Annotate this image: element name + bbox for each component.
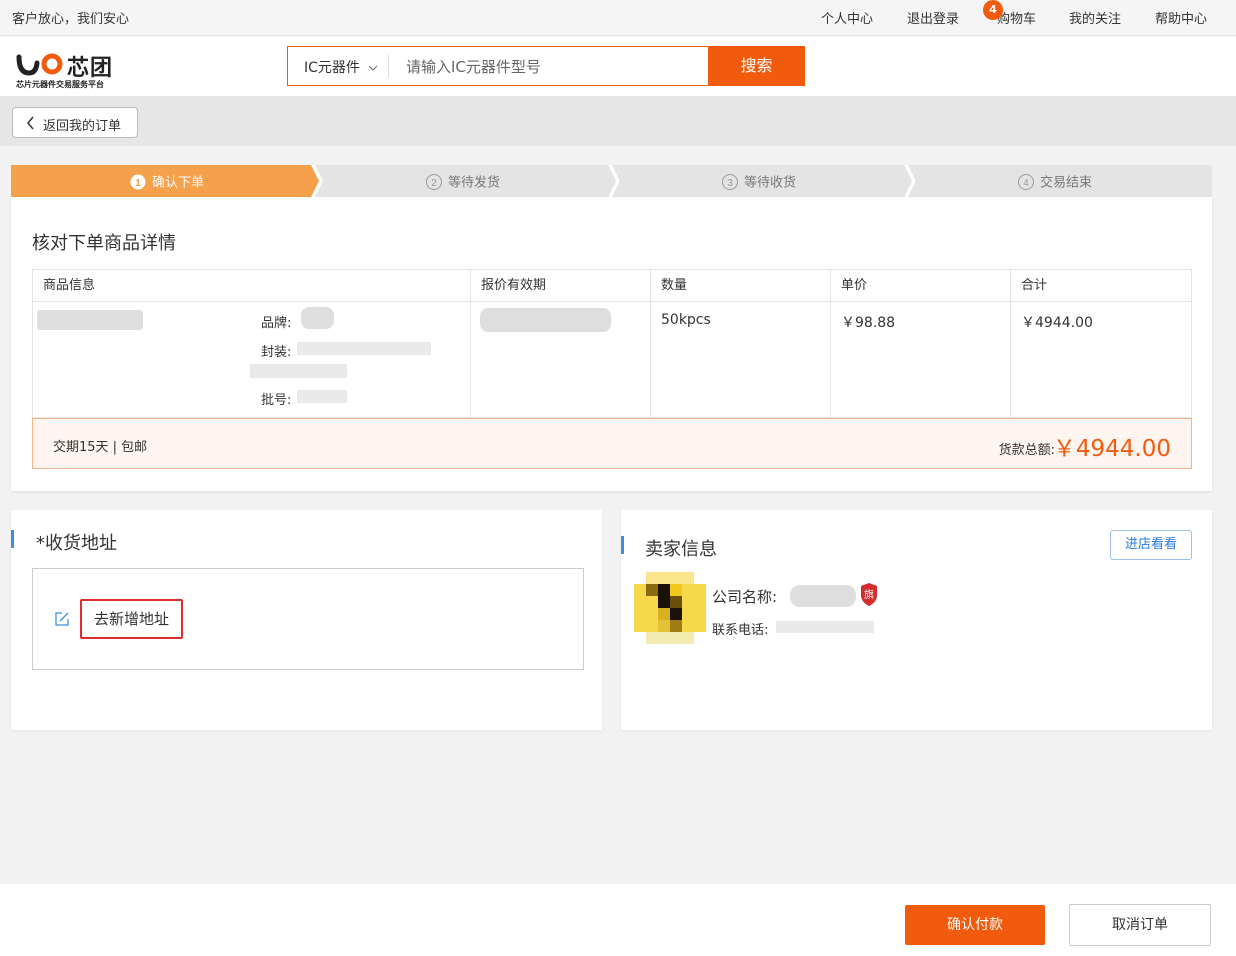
col-header-quantity: 数量: [661, 278, 688, 293]
batch-label: 批号:: [261, 393, 292, 408]
step-3-label: 等待收货: [744, 175, 796, 191]
item-quantity: 50kpcs: [661, 312, 711, 328]
address-section-title: *收货地址: [36, 533, 117, 554]
search-category-label: IC元器件: [304, 60, 360, 76]
redacted-package-cont: [250, 364, 347, 378]
slogan: 客户放心，我们安心: [12, 12, 130, 27]
flagship-badge-icon: 旗: [861, 583, 877, 606]
company-name-label: 公司名称:: [712, 588, 778, 606]
delivery-note: 交期15天 | 包邮: [53, 440, 148, 455]
col-header-subtotal: 合计: [1021, 278, 1048, 293]
step-2-number: 2: [431, 178, 437, 189]
logo[interactable]: 芯团 芯片元器件交易服务平台: [16, 51, 120, 91]
item-subtotal: ￥4944.00: [1021, 315, 1093, 331]
chevron-down-icon: [368, 65, 378, 71]
total-amount: ￥4944.00: [1052, 436, 1171, 462]
search-category-select[interactable]: IC元器件: [304, 57, 378, 77]
profile-link[interactable]: 个人中心: [821, 8, 873, 27]
seller-section-title: 卖家信息: [645, 539, 717, 560]
col-header-product: 商品信息: [43, 278, 96, 293]
step-4-number: 4: [1023, 178, 1029, 189]
logo-mark-icon: [16, 53, 63, 76]
back-button-label: 返回我的订单: [43, 119, 122, 134]
step-1-label: 确认下单: [152, 176, 204, 191]
search-button[interactable]: 搜索: [708, 46, 805, 86]
col-divider: [650, 270, 651, 417]
help-link[interactable]: 帮助中心: [1155, 8, 1207, 27]
col-divider: [470, 270, 471, 417]
logo-subtitle: 芯片元器件交易服务平台: [16, 80, 104, 89]
step-3-number: 3: [727, 178, 733, 189]
follow-link[interactable]: 我的关注: [1069, 8, 1121, 27]
redacted-brand: [301, 307, 334, 329]
search-input[interactable]: [406, 55, 696, 79]
order-progress-steps: 1 确认下单 2 等待发货 3 等待收货 4 交易结束: [11, 165, 1212, 197]
seller-avatar: [634, 572, 706, 644]
top-bar: 客户放心，我们安心 个人中心 退出登录 购物车 4 我的关注 帮助中心: [0, 0, 1236, 36]
redacted-product-name: [37, 310, 143, 330]
step-1-number: 1: [135, 178, 141, 189]
redacted-company-name: [790, 585, 856, 607]
section-accent-bar: [11, 530, 14, 548]
add-address-button[interactable]: 去新增地址: [80, 599, 183, 639]
col-divider: [1010, 270, 1011, 417]
redacted-phone: [776, 621, 874, 633]
order-summary-bar: 交期15天 | 包邮 货款总额: ￥4944.00: [32, 418, 1192, 469]
back-to-orders-button[interactable]: 返回我的订单: [12, 107, 138, 138]
footer-action-bar: 确认付款 取消订单: [0, 884, 1236, 956]
confirm-pay-button[interactable]: 确认付款: [905, 905, 1045, 945]
package-label: 封装:: [261, 345, 292, 360]
total-label: 货款总额:: [998, 443, 1055, 458]
visit-store-button[interactable]: 进店看看: [1110, 530, 1192, 560]
phone-label: 联系电话:: [712, 623, 769, 638]
step-2-label: 等待发货: [448, 175, 500, 191]
header: 芯团 芯片元器件交易服务平台 IC元器件 搜索: [0, 37, 1236, 96]
logout-link[interactable]: 退出登录: [907, 8, 959, 27]
header-divider: [33, 301, 1191, 302]
order-section-title: 核对下单商品详情: [32, 233, 176, 254]
toolbar-band: [0, 96, 1236, 146]
order-items-table: 商品信息 报价有效期 数量 单价 合计 品牌: 封装: 批号: 50kpcs ￥…: [32, 269, 1192, 418]
col-divider: [830, 270, 831, 417]
search-divider: [388, 55, 389, 77]
col-header-validity: 报价有效期: [481, 278, 547, 293]
order-detail-card: 核对下单商品详情 商品信息 报价有效期 数量 单价 合计 品牌: 封装: 批号:…: [11, 197, 1212, 491]
cancel-order-button[interactable]: 取消订单: [1069, 904, 1211, 946]
flagship-badge-text: 旗: [864, 588, 874, 601]
search-box: IC元器件 搜索: [287, 46, 805, 86]
col-header-unit-price: 单价: [841, 278, 868, 293]
logo-text: 芯团: [67, 56, 114, 81]
item-unit-price: ￥98.88: [841, 315, 896, 331]
redacted-package: [297, 342, 431, 355]
chevron-left-icon: [27, 116, 34, 130]
redacted-batch: [297, 390, 347, 403]
step-4-label: 交易结束: [1040, 175, 1092, 191]
redacted-validity: [480, 308, 611, 332]
brand-label: 品牌:: [261, 316, 292, 331]
section-accent-bar: [621, 536, 624, 554]
edit-icon[interactable]: [54, 611, 71, 627]
cart-count-badge: 4: [983, 0, 1003, 20]
